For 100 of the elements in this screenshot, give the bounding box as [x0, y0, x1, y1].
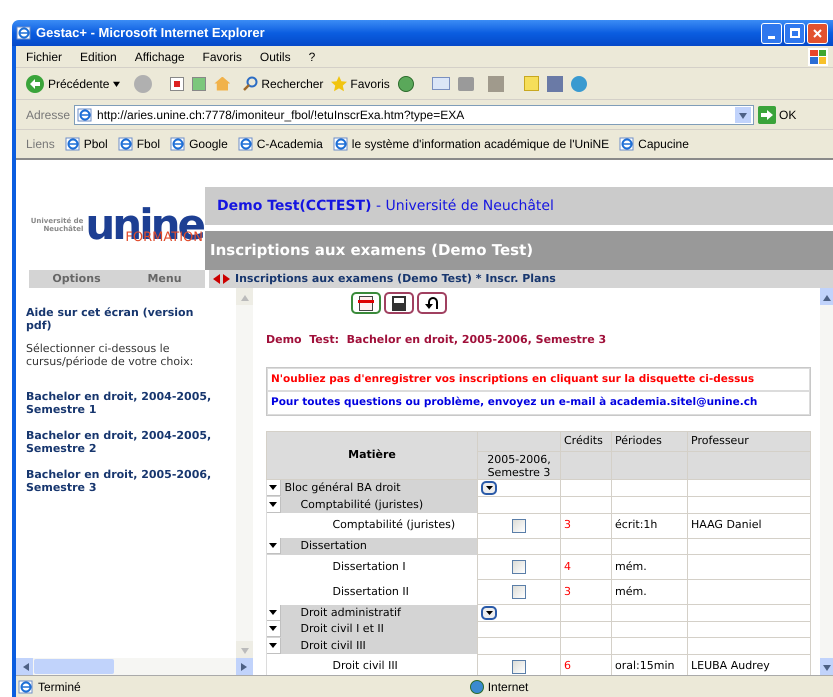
credits-value: 6 — [564, 659, 571, 672]
windows-logo-icon — [808, 48, 828, 66]
collapse-toggle[interactable] — [266, 621, 280, 638]
pdf-button[interactable] — [351, 292, 381, 314]
group-label: Droit civil I et II — [300, 621, 384, 637]
menu-item[interactable]: Edition — [80, 48, 117, 66]
window-title: Gestac+ - Microsoft Internet Explorer — [36, 24, 265, 42]
breadcrumb[interactable]: Inscriptions aux examens (Demo Test) * Inscr. Plans — [235, 270, 556, 288]
course-label: Dissertation II — [332, 584, 409, 600]
scroll-right-icon — [240, 662, 248, 670]
tab[interactable]: Menu — [147, 270, 182, 288]
group-label: Comptabilité (juristes) — [300, 496, 424, 512]
caret-icon — [269, 485, 277, 490]
search-button[interactable]: Rechercher — [242, 74, 324, 92]
group-label: Dissertation — [300, 538, 367, 554]
minimize-button[interactable] — [761, 22, 782, 44]
menu-button[interactable] — [481, 481, 497, 495]
link-button[interactable]: Google — [170, 135, 228, 153]
caret-icon — [486, 486, 492, 490]
menu-item[interactable]: Outils — [260, 48, 291, 66]
scroll-down-button[interactable] — [820, 658, 833, 675]
caret-icon — [739, 110, 748, 118]
horizontal-scrollbar[interactable] — [16, 658, 253, 675]
pdf-icon — [359, 296, 373, 310]
curriculum-link[interactable]: Bachelor en droit, 2004-2005, Semestre 2 — [26, 429, 216, 455]
caret-icon — [269, 502, 277, 507]
credits-value: 4 — [564, 560, 571, 573]
collapse-toggle[interactable] — [266, 638, 280, 654]
link-button[interactable]: Pbol — [64, 135, 108, 153]
column-header: Crédits — [560, 432, 612, 452]
checkbox[interactable] — [512, 585, 526, 599]
menu-item[interactable]: Fichier — [26, 48, 62, 66]
browser-page-icon — [64, 136, 81, 152]
column-header: Professeur — [688, 432, 810, 452]
collapse-toggle[interactable] — [266, 496, 280, 513]
go-button[interactable]: OK — [758, 106, 796, 124]
caret-icon — [269, 642, 277, 648]
maximize-button[interactable] — [784, 22, 805, 44]
favorites-button[interactable]: Favoris — [331, 74, 390, 92]
vertical-scrollbar[interactable] — [820, 288, 833, 675]
credits-value: 3 — [564, 518, 571, 532]
menu-item[interactable]: Favoris — [202, 48, 242, 66]
arrows-icon[interactable] — [213, 274, 231, 284]
address-label: Adresse — [26, 106, 70, 124]
undo-button[interactable] — [417, 292, 447, 314]
tab[interactable]: Options — [52, 270, 101, 288]
instruction-text: Sélectionner ci-dessous le cursus/période de votre choix: — [26, 342, 194, 368]
program-heading: Demo Test: Bachelor en droit, 2005-2006, Semestre 3 — [266, 332, 608, 348]
link-button[interactable]: C-Academia — [238, 135, 323, 153]
browser-page-icon — [238, 136, 254, 152]
link-button[interactable]: le système d'information académique de l'UniNE — [332, 135, 610, 153]
caret-icon — [269, 543, 277, 548]
link-button[interactable]: Fbol — [118, 135, 160, 153]
group-label: Bloc général BA droit — [284, 480, 401, 496]
collapse-toggle[interactable] — [266, 538, 280, 554]
caret-icon — [486, 610, 492, 615]
menu-item[interactable]: ? — [308, 48, 316, 66]
curriculum-link[interactable]: Bachelor en droit, 2005-2006, Semestre 3 — [26, 468, 216, 494]
scroll-up-button[interactable] — [820, 288, 833, 305]
column-header: Périodes — [612, 432, 688, 452]
notice-text: Pour toutes questions ou problème, envoyez un e-mail à academia.sitel@unine.ch — [267, 391, 810, 415]
help-link[interactable]: Aide sur cet écran (version pdf) — [26, 306, 216, 332]
checkbox[interactable] — [512, 518, 526, 532]
address-field[interactable]: http://aries.unine.ch:7778/imoniteur_fbol/!etuInscrExa.htm?type=EXA — [74, 104, 754, 124]
menu-item[interactable]: Affichage — [134, 48, 185, 66]
checkbox[interactable] — [512, 660, 526, 674]
scroll-up-icon — [240, 292, 248, 300]
curriculum-link[interactable]: Bachelor en droit, 2004-2005, Semestre 1 — [26, 390, 216, 416]
browser-page-icon — [170, 136, 186, 152]
scroll-up-icon — [822, 292, 830, 300]
links-label: Liens — [26, 136, 55, 153]
menu-button[interactable] — [481, 606, 497, 620]
column-header: Matière — [266, 432, 478, 480]
periods-value: mém. — [615, 560, 647, 573]
course-label: Droit civil III — [332, 658, 398, 674]
status-text: Terminé — [38, 678, 81, 696]
credits-value: 3 — [564, 584, 571, 598]
professor-name: LEUBA Audrey — [691, 659, 770, 672]
caret-icon — [113, 80, 120, 87]
checkbox[interactable] — [512, 560, 526, 574]
collapse-toggle[interactable] — [266, 480, 280, 496]
stop-icon[interactable] — [170, 76, 184, 90]
dropdown-button[interactable] — [735, 106, 752, 122]
browser-logo-icon — [16, 25, 32, 41]
star-icon — [331, 76, 348, 92]
page-icon — [18, 678, 34, 694]
caret-icon — [269, 626, 277, 632]
close-button[interactable] — [807, 22, 828, 44]
collapse-toggle[interactable] — [266, 604, 280, 621]
back-button[interactable]: Précédente — [26, 74, 120, 92]
close-icon — [813, 28, 822, 38]
save-button[interactable] — [384, 292, 414, 314]
link-button[interactable]: Capucine — [619, 135, 689, 153]
notice-text: N'oubliez pas d'enregistrer vos inscriptions en cliquant sur la disquette ci-dessus — [267, 368, 810, 392]
scroll-thumb[interactable] — [34, 659, 114, 674]
scroll-right-button[interactable] — [236, 658, 253, 675]
browser-page-icon — [619, 136, 636, 152]
group-label: Droit civil III — [300, 638, 366, 654]
periods-value: écrit:1h — [615, 518, 658, 532]
scroll-left-button[interactable] — [16, 658, 33, 675]
